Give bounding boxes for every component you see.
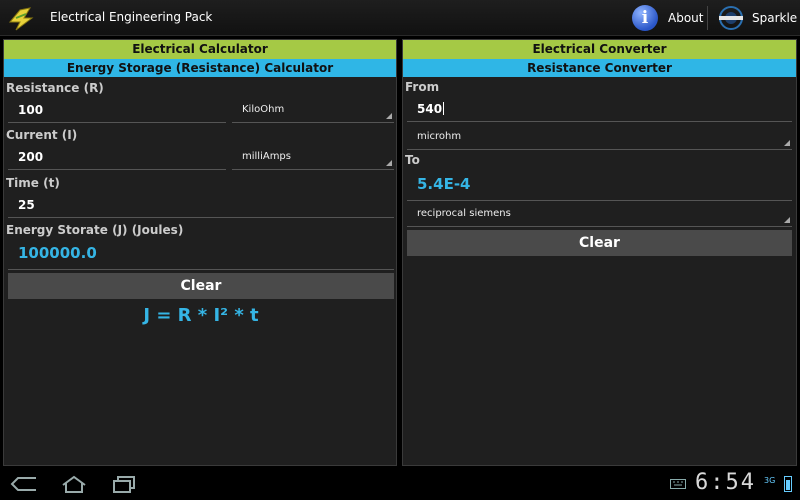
from-input[interactable]: 540 [407, 98, 792, 122]
resistance-unit-value: KiloOhm [242, 104, 285, 115]
resistance-input[interactable]: 100 [8, 99, 226, 123]
current-label: Current (I) [6, 128, 78, 142]
converter-panel: Electrical Converter Resistance Converte… [402, 39, 797, 466]
calculator-subheader: Energy Storage (Resistance) Calculator [4, 59, 396, 77]
about-button[interactable]: i About [632, 4, 703, 32]
from-unit-value: microhm [417, 131, 462, 142]
sparkle-button[interactable]: Sparkle [716, 4, 797, 32]
network-indicator: 3G [764, 476, 776, 485]
to-label: To [405, 153, 420, 167]
clock: 6:54 [695, 470, 756, 495]
dropdown-arrow-icon [784, 140, 790, 146]
text-cursor [443, 102, 445, 115]
dropdown-arrow-icon [386, 113, 392, 119]
energy-formula: J = R * I² * t [143, 305, 259, 326]
resistance-label: Resistance (R) [6, 81, 104, 95]
energy-result: 100000.0 [8, 240, 394, 270]
converter-clear-button[interactable]: Clear [407, 230, 792, 256]
info-icon: i [632, 5, 658, 31]
recent-apps-icon[interactable] [110, 474, 138, 494]
calculator-header: Electrical Calculator [4, 40, 396, 59]
current-unit-select[interactable]: milliAmps [232, 146, 394, 170]
actionbar-divider [707, 6, 708, 30]
app-bulb-icon[interactable] [6, 4, 40, 32]
from-label: From [405, 80, 440, 94]
from-value: 540 [417, 102, 443, 116]
home-icon[interactable] [60, 474, 88, 494]
from-unit-select[interactable]: microhm [407, 126, 792, 150]
current-input[interactable]: 200 [8, 146, 226, 170]
converter-subheader: Resistance Converter [403, 59, 796, 77]
action-bar: Electrical Engineering Pack i About Spar… [0, 0, 800, 36]
battery-icon [784, 476, 792, 492]
current-unit-value: milliAmps [242, 151, 291, 162]
resistance-unit-select[interactable]: KiloOhm [232, 99, 394, 123]
system-bar: 6:54 3G [0, 468, 800, 500]
sparkle-label: Sparkle [752, 11, 798, 25]
sparkle-logo-icon [719, 6, 743, 30]
energy-label: Energy Storate (J) (Joules) [6, 223, 184, 237]
dropdown-arrow-icon [784, 217, 790, 223]
calculator-panel: Electrical Calculator Energy Storage (Re… [3, 39, 397, 466]
time-input[interactable]: 25 [8, 194, 394, 218]
to-unit-value: reciprocal siemens [417, 208, 511, 219]
to-unit-select[interactable]: reciprocal siemens [407, 203, 792, 227]
calculator-clear-button[interactable]: Clear [8, 273, 394, 299]
keyboard-icon[interactable] [670, 479, 686, 489]
back-icon[interactable] [10, 474, 38, 494]
converter-header: Electrical Converter [403, 40, 796, 59]
dropdown-arrow-icon [386, 160, 392, 166]
to-result: 5.4E-4 [407, 171, 792, 201]
app-title: Electrical Engineering Pack [50, 10, 213, 24]
about-label: About [668, 11, 704, 25]
time-label: Time (t) [6, 176, 60, 190]
